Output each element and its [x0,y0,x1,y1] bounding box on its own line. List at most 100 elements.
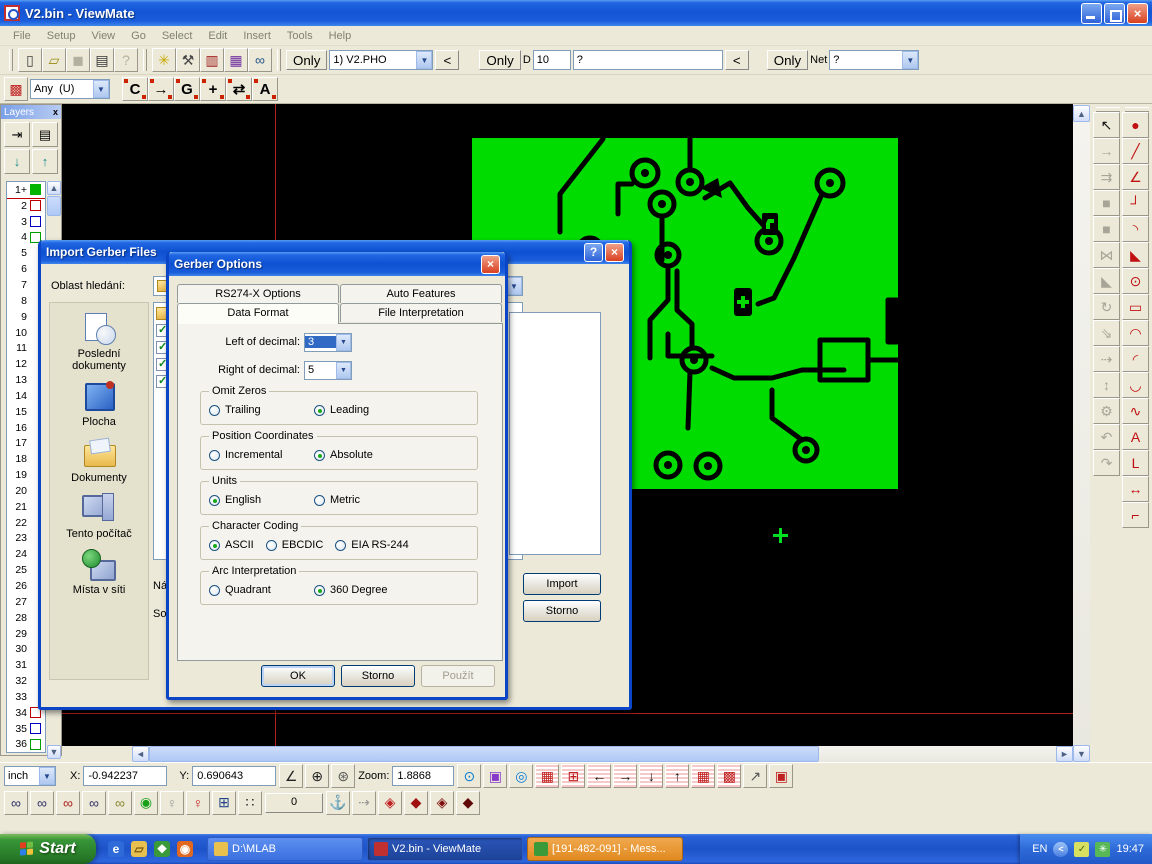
draw-polyline-icon[interactable]: ∠ [1122,164,1149,190]
prev-layer-button[interactable]: < [435,50,459,70]
draw-pad-icon[interactable]: ● [1122,112,1149,138]
flash-plus-button[interactable]: + [200,77,226,101]
menu-select[interactable]: Select [155,28,200,44]
gerber-dialog-titlebar[interactable]: Gerber Options × [169,252,505,276]
menu-help[interactable]: Help [322,28,359,44]
restore-button[interactable] [1104,3,1125,24]
menu-go[interactable]: Go [124,28,153,44]
dcode-input[interactable]: 10 [533,50,571,70]
start-button[interactable]: Start [0,834,96,864]
select-mode-icon[interactable]: ▩ [4,77,28,101]
layer-row[interactable]: 36 [7,737,45,753]
taskbar-task[interactable]: [191-482-091] - Mess... [527,837,683,861]
anchor-icon[interactable]: ⚓ [326,791,350,815]
decimal-combobox[interactable]: 5▼ [304,361,352,380]
zoom-window-icon[interactable]: ▣ [483,764,507,788]
grid-setup-icon[interactable]: ▦ [535,764,559,788]
decimal-combobox[interactable]: 3▼ [304,333,352,352]
scrollbar-thumb[interactable] [149,746,819,762]
grid-toggle-icon[interactable]: ⊞ [561,764,585,788]
draw-arc2-icon[interactable]: ◜ [1122,346,1149,372]
text-a-button[interactable]: A [252,77,278,101]
radio-english[interactable]: English [209,494,314,506]
chevron-down-icon[interactable]: ▼ [39,767,55,785]
apply-button[interactable]: Použít [421,665,495,687]
flash-mode4-icon[interactable]: ◆ [456,791,480,815]
radio-trailing[interactable]: Trailing [209,404,314,416]
menu-view[interactable]: View [84,28,122,44]
radio-icon[interactable] [314,405,325,416]
new-file-icon[interactable]: ▯ [18,48,42,72]
menu-file[interactable]: File [6,28,38,44]
view-traces-icon[interactable]: ∞ [82,791,106,815]
cancel-button[interactable]: Storno [341,665,415,687]
fill-light-icon[interactable]: ■ [1093,216,1120,242]
trace-swap-button[interactable]: ⇄ [226,77,252,101]
layer-row[interactable]: 1+ [7,182,45,198]
chevron-down-icon[interactable]: ▼ [902,51,918,69]
dot-grid-icon[interactable]: ∷ [238,791,262,815]
stretch-icon[interactable]: ↕ [1093,372,1120,398]
radio-icon[interactable] [209,405,220,416]
draw-rect-icon[interactable]: ▭ [1122,294,1149,320]
angle-measure-icon[interactable]: ∠ [279,764,303,788]
only-layer-button[interactable]: Only [286,50,327,70]
only-dcode-button[interactable]: Only [479,50,520,70]
place-computer[interactable]: Tento počítač [51,493,147,540]
tray-flower-icon[interactable]: ✳ [1095,842,1110,857]
radio-icon[interactable] [314,450,325,461]
chevron-down-icon[interactable]: ▼ [93,80,109,98]
draw-fan-icon[interactable]: ◝ [1122,216,1149,242]
only-net-button[interactable]: Only [767,50,808,70]
dialog-close-button[interactable]: × [605,243,624,262]
lamp-red-icon[interactable]: ♀ [186,791,210,815]
layer-color-swatch[interactable] [30,216,41,227]
pan-up-icon[interactable]: ↑ [665,764,689,788]
layers-panel-titlebar[interactable]: Layers x [1,105,61,119]
scroll-up-icon[interactable]: ▲ [47,181,61,195]
scroll-up-icon[interactable]: ▲ [1073,105,1090,122]
draw-path-icon[interactable]: ┘ [1122,190,1149,216]
layer-combobox[interactable]: 1) V2.PHO ▼ [329,50,433,70]
close-button[interactable]: × [1127,3,1148,24]
draw-circle-icon[interactable]: ⊙ [1122,268,1149,294]
radio-incremental[interactable]: Incremental [209,449,314,461]
folder-icon[interactable]: ▱ [131,841,147,857]
radio-quadrant[interactable]: Quadrant [209,584,314,596]
dialog-close-button[interactable]: × [481,255,500,274]
radio-ascii[interactable]: ASCII [209,539,254,551]
relative-origin-icon[interactable]: ⊛ [331,764,355,788]
origin-icon[interactable]: ⊕ [305,764,329,788]
draw-arc3-icon[interactable]: ◡ [1122,372,1149,398]
redo-icon[interactable]: ↷ [1093,450,1120,476]
firefox-icon[interactable]: ◉ [177,841,193,857]
dcode-query-input[interactable]: ? [573,50,723,70]
tile-windows-icon[interactable]: ⊞ [212,791,236,815]
place-desktop[interactable]: Plocha [51,381,147,428]
layer-row[interactable]: 35 [7,721,45,737]
draw-line-icon[interactable]: ╱ [1122,138,1149,164]
radio-icon[interactable] [314,495,325,506]
scroll-right-icon[interactable]: ► [1056,746,1073,762]
cancel-button[interactable]: Storno [523,600,601,622]
scroll-down-icon[interactable]: ▼ [47,745,61,759]
grid-count-field[interactable]: 0 [265,793,323,813]
place-docs[interactable]: Dokumenty [51,437,147,484]
radio-icon[interactable] [266,540,277,551]
zoom-query-icon[interactable]: ◎ [509,764,533,788]
film-highlight-icon[interactable]: ▥ [200,48,224,72]
scrollbar-thumb[interactable] [47,196,61,216]
tray-clipboard-icon[interactable]: ✓ [1074,842,1089,857]
select-filter-combobox[interactable]: Any (U) ▼ [30,79,110,99]
layer-color-swatch[interactable] [30,200,41,211]
taskbar-task[interactable]: V2.bin - ViewMate [367,837,523,861]
fill-dark-icon[interactable]: ■ [1093,190,1120,216]
examine-icon[interactable]: ∞ [248,48,272,72]
place-recent[interactable]: Poslední dokumenty [51,313,147,372]
mirror-icon[interactable]: ⋈ [1093,242,1120,268]
radio-eia-rs-244[interactable]: EIA RS-244 [335,539,408,551]
print-icon[interactable]: ▤ [90,48,114,72]
open-file-icon[interactable]: ▱ [42,48,66,72]
zoom-in-icon[interactable]: ⊙ [457,764,481,788]
radio-ebcdic[interactable]: EBCDIC [266,539,324,551]
